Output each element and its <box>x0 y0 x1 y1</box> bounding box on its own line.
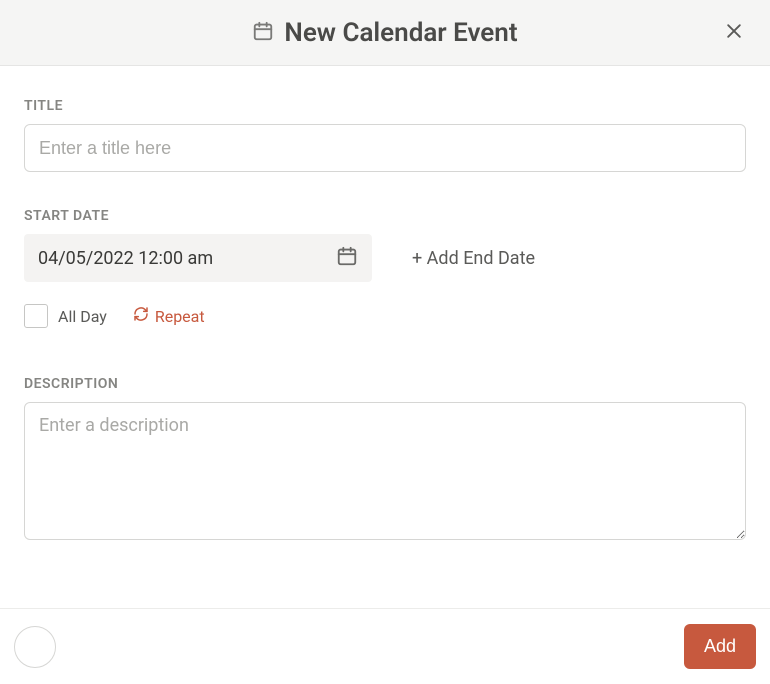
color-picker-button[interactable] <box>14 626 56 668</box>
dialog-footer: Add <box>0 608 770 684</box>
add-end-date-button[interactable]: + Add End Date <box>412 248 535 269</box>
start-date-label: START DATE <box>24 208 746 224</box>
description-input[interactable] <box>24 402 746 540</box>
options-row: All Day Repeat <box>24 304 746 328</box>
all-day-label: All Day <box>58 307 107 326</box>
add-button[interactable]: Add <box>684 624 756 669</box>
title-section: TITLE <box>24 98 746 172</box>
calendar-picker-icon <box>336 245 358 271</box>
calendar-icon <box>252 20 274 46</box>
title-input[interactable] <box>24 124 746 172</box>
header-content: New Calendar Event <box>252 18 517 48</box>
dialog-body: TITLE START DATE 04/05/2022 12:00 am + A… <box>0 66 770 604</box>
all-day-checkbox[interactable] <box>24 304 48 328</box>
repeat-icon <box>133 306 149 326</box>
description-section: DESCRIPTION <box>24 376 746 544</box>
start-date-section: START DATE 04/05/2022 12:00 am + Add End… <box>24 208 746 328</box>
repeat-button[interactable]: Repeat <box>133 306 205 326</box>
dialog-header: New Calendar Event <box>0 0 770 66</box>
description-label: DESCRIPTION <box>24 376 746 392</box>
start-date-input[interactable]: 04/05/2022 12:00 am <box>24 234 372 282</box>
title-label: TITLE <box>24 98 746 114</box>
close-button[interactable] <box>720 17 748 49</box>
repeat-label: Repeat <box>155 307 205 326</box>
date-row: 04/05/2022 12:00 am + Add End Date <box>24 234 746 282</box>
dialog-title: New Calendar Event <box>284 18 517 48</box>
all-day-option: All Day <box>24 304 107 328</box>
start-date-value: 04/05/2022 12:00 am <box>38 248 213 269</box>
